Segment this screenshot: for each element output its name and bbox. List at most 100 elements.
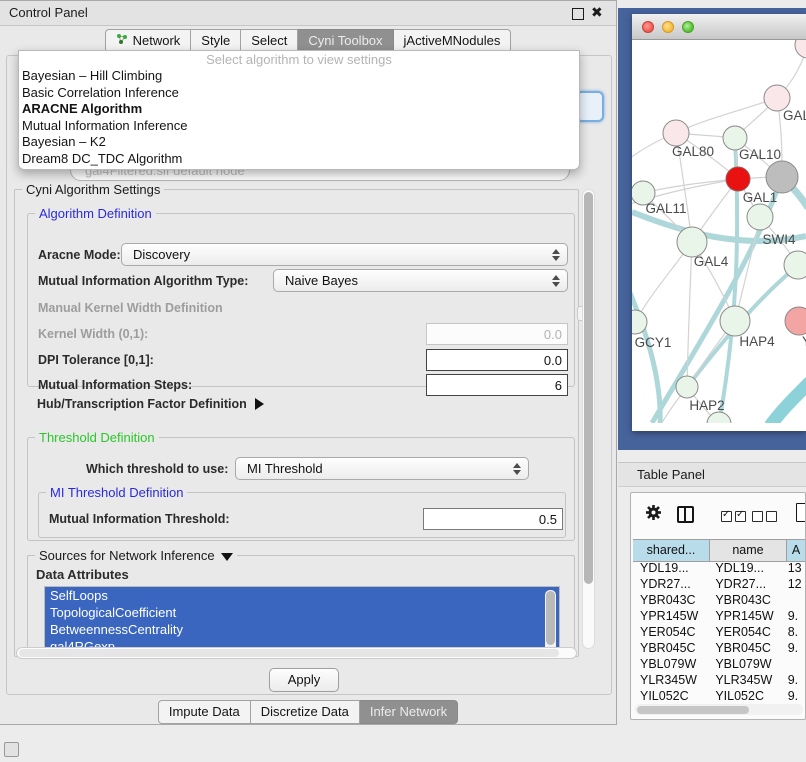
mi-threshold-field[interactable]: 0.5: [423, 508, 563, 530]
threshold-definition-group: Threshold Definition Which threshold to …: [27, 437, 575, 541]
zoom-traffic-light-icon[interactable]: [682, 21, 694, 33]
cell: YBR045C: [633, 640, 707, 656]
which-threshold-combo[interactable]: MI Threshold: [235, 457, 529, 480]
scrollbar-thumb[interactable]: [19, 649, 559, 657]
cell: 9.: [782, 640, 805, 656]
cyni-algorithm-settings-group: Cyni Algorithm Settings Algorithm Defini…: [14, 189, 579, 657]
dpi-tolerance-field[interactable]: 0.0: [426, 349, 568, 371]
node-label: HAP4: [739, 334, 775, 349]
column-header-partial[interactable]: A: [787, 540, 805, 561]
dropdown-item[interactable]: Bayesian – Hill Climbing: [19, 68, 579, 85]
table-row[interactable]: YPR145WYPR145W9.: [633, 608, 805, 624]
node-hap2[interactable]: [676, 376, 698, 398]
list-item[interactable]: TopologicalCoefficient: [45, 604, 559, 621]
scrollbar-thumb[interactable]: [584, 192, 593, 584]
algorithm-definition-group: Algorithm Definition Aracne Mode: Discov…: [27, 213, 575, 387]
scrollbar-thumb[interactable]: [637, 706, 749, 714]
table-header: shared... name A: [633, 539, 805, 562]
float-window-icon[interactable]: [572, 8, 584, 20]
cell: YDR27...: [633, 576, 707, 592]
table-panel-title: Table Panel: [637, 463, 705, 488]
table-row[interactable]: YDR27...YDR27...12: [633, 576, 805, 592]
dropdown-item[interactable]: Bayesian – K2: [19, 134, 579, 151]
table-panel-titlebar: Table Panel: [618, 462, 806, 487]
node[interactable]: [766, 161, 798, 193]
list-scrollbar[interactable]: [545, 590, 556, 652]
apply-button[interactable]: Apply: [269, 668, 339, 692]
node-gal80[interactable]: [663, 120, 689, 146]
hub-factor-label: Hub/Transcription Factor Definition: [37, 397, 247, 411]
cell: YBR043C: [707, 592, 781, 608]
application-root: Control Panel ✖ Network S: [0, 0, 806, 762]
close-traffic-light-icon[interactable]: [642, 21, 654, 33]
settings-vertical-scrollbar[interactable]: [582, 189, 595, 649]
mi-algorithm-type-label: Mutual Information Algorithm Type:: [38, 274, 248, 288]
sources-group-toggle[interactable]: Sources for Network Inference: [35, 548, 237, 563]
dropdown-item[interactable]: Mutual Information Inference: [19, 118, 579, 135]
combo-arrows-icon: [552, 275, 560, 287]
table-row[interactable]: YER054CYER054C8.: [633, 624, 805, 640]
combo-arrows-icon: [552, 249, 560, 261]
node-swi4[interactable]: [747, 204, 773, 230]
node-gal4[interactable]: [677, 227, 707, 257]
node-label: HAP2: [689, 398, 724, 413]
cell: YDL19...: [633, 560, 707, 576]
cell: 9.: [782, 608, 805, 624]
dropdown-item[interactable]: Basic Correlation Inference: [19, 85, 579, 102]
scrollbar-thumb[interactable]: [546, 591, 555, 645]
tab-discretize-data[interactable]: Discretize Data: [251, 700, 360, 724]
cell: [782, 592, 805, 608]
cell: YBL079W: [707, 656, 781, 672]
node[interactable]: [707, 412, 731, 423]
table-row[interactable]: YDL19...YDL19...13: [633, 560, 805, 576]
tab-impute-data[interactable]: Impute Data: [158, 700, 251, 724]
network-canvas[interactable]: GAL GAL80 GAL10 GAL1 GAL11 SWI4 GAL4 GCY…: [632, 40, 806, 423]
deselect-all-columns-icon[interactable]: [752, 509, 777, 527]
dropdown-item-selected[interactable]: ARACNE Algorithm: [19, 101, 579, 118]
mi-algorithm-type-combo[interactable]: Naive Bayes: [273, 269, 568, 292]
hub-factor-section-toggle[interactable]: Hub/Transcription Factor Definition: [37, 395, 264, 413]
new-table-icon[interactable]: [796, 503, 806, 522]
dropdown-item[interactable]: Dream8 DC_TDC Algorithm: [19, 151, 579, 168]
column-header-shared-name[interactable]: shared...: [633, 540, 710, 561]
algorithm-dropdown-popup: Select algorithm to view settings Bayesi…: [18, 50, 580, 170]
cell: 12: [782, 576, 805, 592]
select-all-columns-icon[interactable]: [721, 509, 746, 527]
split-columns-icon[interactable]: [677, 506, 694, 523]
table-row[interactable]: YBR045CYBR045C9.: [633, 640, 805, 656]
cell: YDL19...: [707, 560, 781, 576]
node-hap4[interactable]: [720, 306, 750, 336]
algorithm-combo-focus-ring[interactable]: [576, 91, 604, 122]
list-item[interactable]: BetweennessCentrality: [45, 621, 559, 638]
tab-label: Cyni Toolbox: [308, 33, 382, 48]
network-icon: [116, 33, 128, 48]
group-title: Sources for Network Inference: [39, 548, 215, 563]
node-label: GCY1: [635, 335, 672, 350]
kernel-width-field[interactable]: 0.0: [426, 323, 568, 345]
table-row[interactable]: YBL079WYBL079W: [633, 656, 805, 672]
cell: YBR043C: [633, 592, 707, 608]
node-gal1-selected[interactable]: [726, 167, 750, 191]
collapsed-panel-icon[interactable]: [4, 742, 19, 757]
settings-horizontal-scrollbar[interactable]: [16, 647, 577, 659]
node-label: GAL: [783, 108, 806, 123]
cell: YIL052C: [707, 688, 781, 703]
tab-infer-network[interactable]: Infer Network: [360, 700, 458, 724]
aracne-mode-combo[interactable]: Discovery: [121, 243, 568, 266]
table-row[interactable]: YLR345WYLR345W9.: [633, 672, 805, 688]
node-y[interactable]: [785, 307, 806, 335]
table-row[interactable]: YIL052CYIL052C9.: [633, 688, 805, 703]
node-label: GAL11: [645, 201, 686, 216]
table-settings-gear-icon[interactable]: [645, 504, 662, 526]
cell: YPR145W: [633, 608, 707, 624]
column-header-name[interactable]: name: [710, 540, 787, 561]
list-item[interactable]: SelfLoops: [45, 587, 559, 604]
table-row[interactable]: YBR043CYBR043C: [633, 592, 805, 608]
mi-steps-field[interactable]: 6: [426, 374, 568, 396]
panel-title: Control Panel: [9, 1, 88, 25]
node[interactable]: [795, 40, 806, 58]
tab-label: Style: [201, 33, 230, 48]
table-horizontal-scrollbar[interactable]: [635, 704, 803, 715]
close-icon[interactable]: ✖: [591, 4, 603, 21]
minimize-traffic-light-icon[interactable]: [662, 21, 674, 33]
